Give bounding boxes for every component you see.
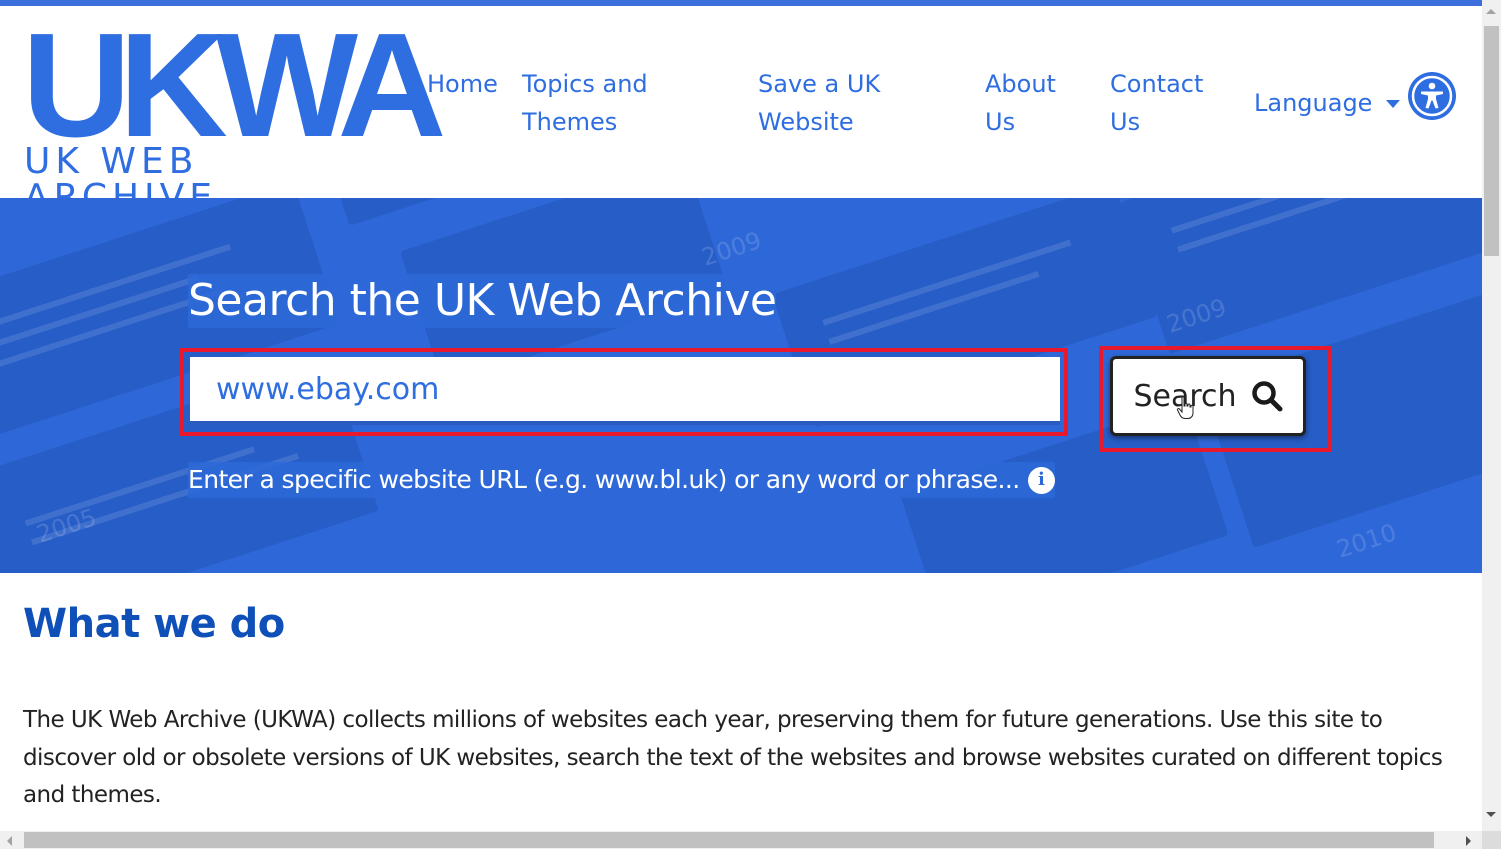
logo-mark: UKWA [22, 6, 447, 168]
nav-about-us[interactable]: About Us [985, 65, 1065, 141]
language-label: Language [1254, 89, 1373, 117]
caret-down-icon [1386, 100, 1401, 108]
hand-cursor-icon [1176, 396, 1194, 419]
accessibility-icon[interactable] [1408, 72, 1456, 120]
horizontal-scroll-thumb[interactable] [24, 832, 1434, 848]
search-hero: 2005 2009 2009 2010 Search the UK Web Ar… [0, 198, 1482, 573]
info-icon[interactable]: i [1027, 466, 1055, 494]
what-we-do-paragraph: The UK Web Archive (UKWA) collects milli… [23, 707, 1443, 808]
vertical-scrollbar[interactable] [1482, 0, 1501, 831]
nav-topics-and-themes[interactable]: Topics and Themes [522, 65, 672, 141]
nav-home[interactable]: Home [427, 65, 498, 103]
search-hint: Enter a specific website URL (e.g. www.b… [188, 462, 1055, 498]
ukwa-logo[interactable]: UKWA UK WEB ARCHIVE [22, 12, 447, 216]
horizontal-scrollbar[interactable] [0, 831, 1482, 849]
search-button[interactable]: Search [1110, 356, 1306, 436]
search-icon [1251, 381, 1283, 412]
scroll-left-arrow-icon[interactable] [7, 836, 12, 846]
search-hint-text: Enter a specific website URL (e.g. www.b… [188, 465, 1020, 494]
search-title: Search the UK Web Archive [188, 274, 777, 328]
language-dropdown[interactable]: Language [1254, 84, 1401, 122]
what-we-do-heading: What we do [23, 601, 285, 647]
nav-save-a-uk-website[interactable]: Save a UK Website [758, 65, 898, 141]
scroll-down-arrow-icon[interactable] [1486, 812, 1496, 817]
scrollbar-corner [1482, 831, 1501, 849]
bg-year-label: 2010 [1333, 518, 1400, 564]
scroll-up-arrow-icon[interactable] [1486, 9, 1496, 14]
search-input[interactable] [190, 357, 1060, 425]
scroll-right-arrow-icon[interactable] [1466, 836, 1471, 846]
vertical-scroll-thumb[interactable] [1484, 26, 1499, 256]
site-header: UKWA UK WEB ARCHIVE Home Topics and Them… [0, 6, 1482, 216]
nav-contact-us[interactable]: Contact Us [1110, 65, 1205, 141]
page: UKWA UK WEB ARCHIVE Home Topics and Them… [0, 6, 1482, 831]
